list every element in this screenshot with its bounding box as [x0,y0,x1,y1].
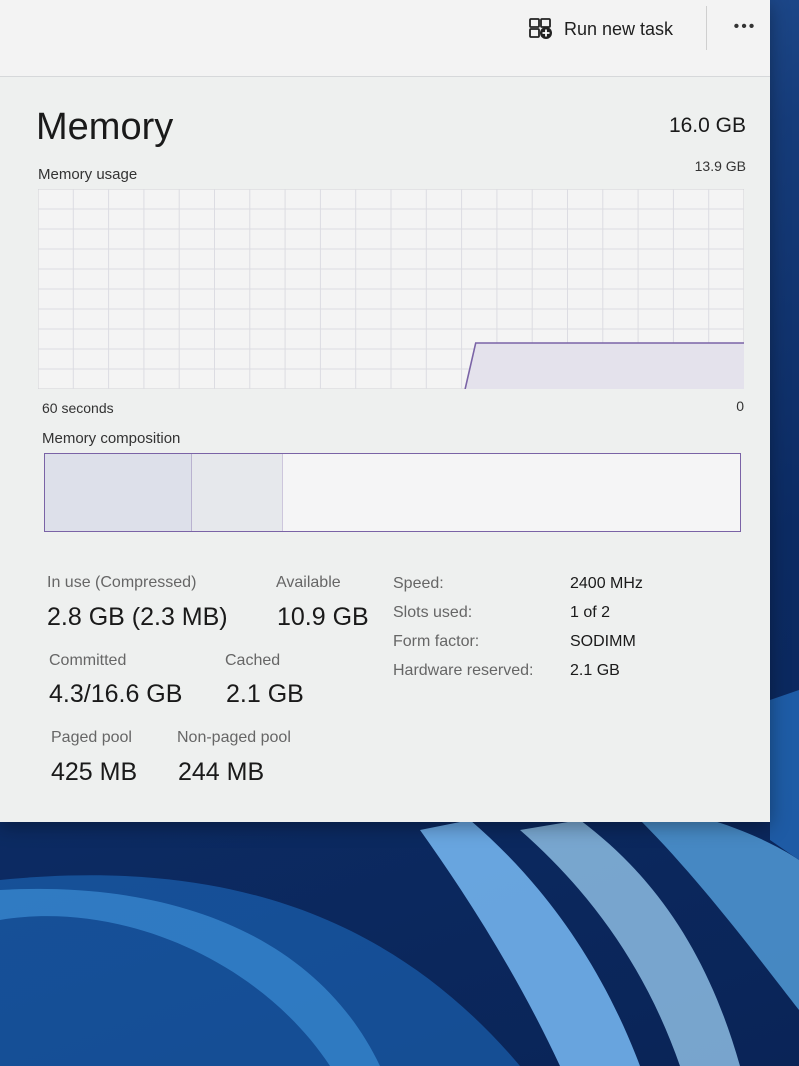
speed-label: Speed: [393,575,444,592]
cached-label: Cached [225,652,281,669]
memory-usage-max: 13.9 GB [694,158,746,174]
memory-usage-label: Memory usage [38,166,138,183]
paged-pool-value: 425 MB [51,758,138,786]
graph-time-label: 60 seconds [42,400,114,416]
total-memory: 16.0 GB [668,114,746,137]
page-title: Memory [36,106,174,148]
form-factor-label: Form factor: [393,633,480,650]
committed-label: Committed [49,652,127,669]
composition-in-use-segment [45,454,192,531]
form-factor-value: SODIMM [570,633,636,650]
run-new-task-label: Run new task [564,18,674,39]
composition-modified-segment [191,454,284,531]
task-manager-window: Run new task ••• Memory 16.0 GB Memory u… [0,0,770,822]
non-paged-pool-value: 244 MB [178,758,265,786]
toolbar-divider [706,6,707,50]
paged-pool-label: Paged pool [51,729,132,746]
memory-composition-label: Memory composition [42,430,181,447]
command-bar: Run new task ••• [0,0,770,77]
cached-value: 2.1 GB [226,680,304,708]
committed-value: 4.3/16.6 GB [49,680,183,708]
composition-standby-segment [283,454,740,531]
non-paged-pool-label: Non-paged pool [177,729,291,746]
available-value: 10.9 GB [277,603,369,631]
memory-usage-area [465,343,744,389]
run-task-icon [528,17,554,41]
slots-used-label: Slots used: [393,604,473,621]
more-options-button[interactable]: ••• [725,12,765,42]
graph-min-label: 0 [736,398,744,414]
slots-used-value: 1 of 2 [570,604,611,621]
available-label: Available [276,574,341,591]
speed-value: 2400 MHz [570,575,643,592]
memory-usage-graph [38,189,744,389]
hardware-reserved-label: Hardware reserved: [393,662,534,679]
hardware-reserved-value: 2.1 GB [570,662,620,679]
memory-composition-bar [44,453,741,532]
memory-performance-pane: Memory 16.0 GB Memory usage 13.9 GB 60 s… [0,76,770,822]
in-use-value: 2.8 GB (2.3 MB) [47,603,228,631]
in-use-label: In use (Compressed) [47,574,197,591]
run-new-task-button[interactable]: Run new task [528,14,673,44]
